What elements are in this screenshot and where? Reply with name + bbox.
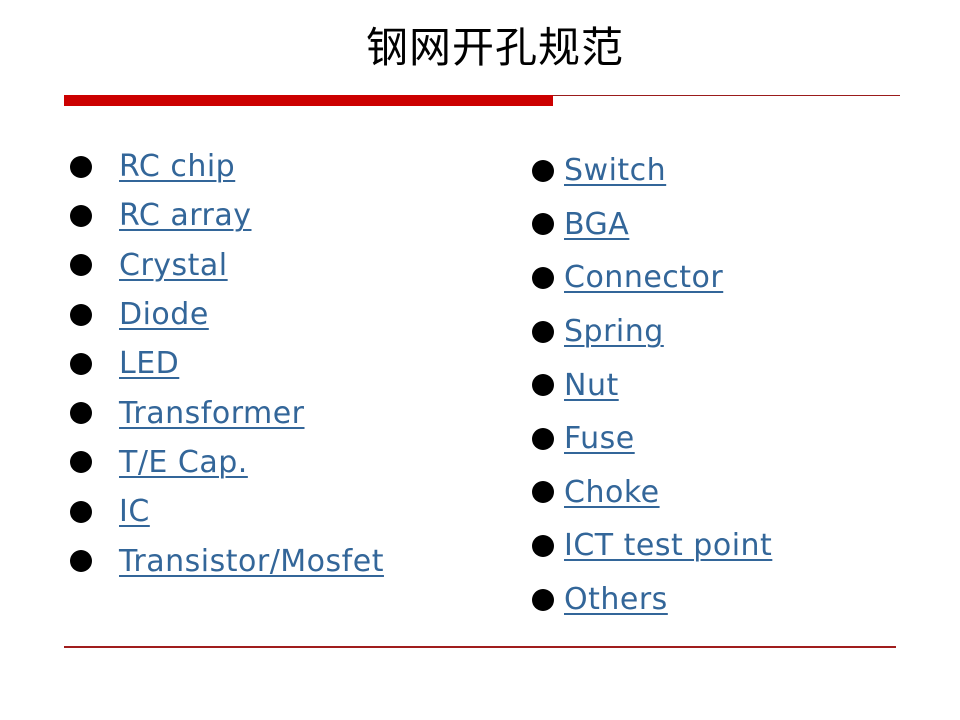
list-item-led: LED	[70, 339, 384, 388]
bullet-dot-icon	[70, 352, 92, 375]
link-connector[interactable]: Connector	[564, 260, 723, 295]
link-others[interactable]: Others	[564, 582, 668, 617]
bullet-dot-icon	[70, 155, 92, 178]
bullet-dot-icon	[70, 402, 92, 425]
bullet-dot-icon	[532, 213, 554, 236]
bullet-dot-icon	[532, 427, 554, 450]
list-item-nut: Nut	[532, 358, 772, 412]
bullet-dot-icon	[532, 481, 554, 504]
list-item-connector: Connector	[532, 251, 772, 305]
list-item-spring: Spring	[532, 305, 772, 359]
link-ict-test-point[interactable]: ICT test point	[564, 528, 772, 563]
link-transformer[interactable]: Transformer	[119, 396, 305, 431]
bullet-dot-icon	[70, 451, 92, 474]
link-rc-array[interactable]: RC array	[119, 198, 252, 233]
bullet-dot-icon	[532, 534, 554, 557]
link-bga[interactable]: BGA	[564, 207, 629, 242]
list-item-diode: Diode	[70, 290, 384, 339]
link-fuse[interactable]: Fuse	[564, 421, 635, 456]
bullet-dot-icon	[532, 159, 554, 182]
link-crystal[interactable]: Crystal	[119, 248, 228, 283]
bullet-dot-icon	[532, 374, 554, 397]
title-accent-line	[553, 95, 900, 96]
bullet-dot-icon	[70, 500, 92, 523]
link-diode[interactable]: Diode	[119, 297, 209, 332]
left-link-list: RC chip RC array Crystal Diode LED Trans…	[70, 142, 384, 586]
bullet-dot-icon	[70, 254, 92, 277]
list-item-crystal: Crystal	[70, 241, 384, 290]
list-item-te-cap: T/E Cap.	[70, 438, 384, 487]
bullet-dot-icon	[532, 588, 554, 611]
list-item-rc-array: RC array	[70, 191, 384, 240]
list-item-others: Others	[532, 573, 772, 627]
list-item-transistor-mosfet: Transistor/Mosfet	[70, 536, 384, 585]
list-item-ict-test-point: ICT test point	[532, 519, 772, 573]
list-item-transformer: Transformer	[70, 388, 384, 437]
right-link-list: Switch BGA Connector Spring Nut Fuse Cho…	[532, 144, 772, 626]
link-led[interactable]: LED	[119, 346, 179, 381]
link-nut[interactable]: Nut	[564, 368, 619, 403]
link-switch[interactable]: Switch	[564, 153, 666, 188]
link-te-cap[interactable]: T/E Cap.	[119, 445, 248, 480]
list-item-switch: Switch	[532, 144, 772, 198]
link-rc-chip[interactable]: RC chip	[119, 149, 235, 184]
bullet-dot-icon	[70, 204, 92, 227]
bullet-dot-icon	[532, 266, 554, 289]
link-spring[interactable]: Spring	[564, 314, 664, 349]
link-choke[interactable]: Choke	[564, 475, 660, 510]
footer-divider-line	[64, 646, 896, 648]
list-item-ic: IC	[70, 487, 384, 536]
bullet-dot-icon	[70, 303, 92, 326]
bullet-dot-icon	[532, 320, 554, 343]
slide-title: 钢网开孔规范	[365, 23, 624, 72]
bullet-dot-icon	[70, 550, 92, 573]
link-ic[interactable]: IC	[119, 494, 150, 529]
list-item-rc-chip: RC chip	[70, 142, 384, 191]
title-accent-bar	[64, 95, 553, 106]
list-item-choke: Choke	[532, 466, 772, 520]
link-transistor-mosfet[interactable]: Transistor/Mosfet	[119, 544, 384, 579]
list-item-bga: BGA	[532, 198, 772, 252]
list-item-fuse: Fuse	[532, 412, 772, 466]
